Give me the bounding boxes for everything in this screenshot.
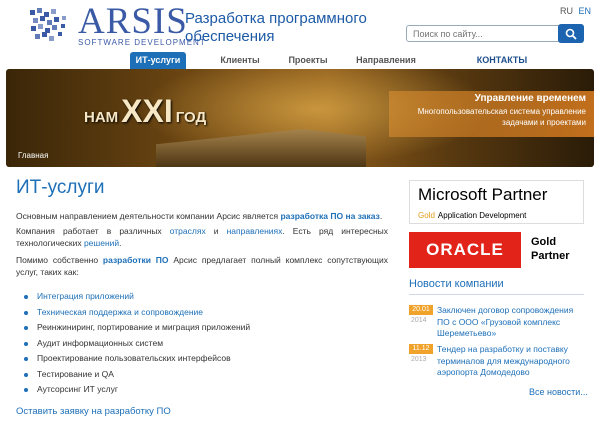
search-button[interactable]	[558, 24, 584, 43]
service-item: Проектирование пользовательских интерфей…	[24, 351, 384, 367]
service-item: Аудит информационных систем	[24, 336, 384, 352]
news-date: 20.01	[409, 305, 433, 315]
news-date: 11.12	[409, 344, 433, 354]
site-tagline: Разработка программного обеспечения	[185, 10, 367, 45]
page-title: ИТ-услуги	[16, 177, 105, 198]
news-item: 20.01 2014 Заключен договор сопровождени…	[409, 305, 584, 345]
services-intro-paragraph: Помимо собственно разработки ПО Арсис пр…	[16, 255, 389, 277]
search-box	[406, 24, 584, 43]
service-item-integration[interactable]: Интеграция приложений	[24, 289, 384, 305]
service-item-support[interactable]: Техническая поддержка и сопровождение	[24, 305, 384, 321]
nav-directions[interactable]: Направления	[346, 52, 426, 69]
search-icon	[565, 28, 577, 40]
promo-title: Управление временем	[474, 93, 586, 104]
microsoft-partner-badge[interactable]: Microsoft Partner Gold Application Develo…	[409, 180, 584, 224]
news-section-title[interactable]: Новости компании	[409, 278, 584, 295]
oracle-partner-badge[interactable]: ORACLE Gold Partner	[409, 232, 584, 272]
main-nav: ИТ-услуги Клиенты Проекты Направления КО…	[0, 52, 600, 69]
breadcrumb[interactable]: Главная	[18, 151, 48, 160]
nav-it-services[interactable]: ИТ-услуги	[130, 52, 186, 69]
all-news-link[interactable]: Все новости...	[529, 387, 588, 397]
industries-paragraph: Компания работает в различных отраслях и…	[16, 226, 388, 248]
oracle-logo: ORACLE	[409, 232, 521, 268]
banner-promo[interactable]: Управление временем Многопользовательска…	[389, 91, 594, 137]
news-year: 2014	[411, 317, 427, 324]
logo-icon[interactable]	[28, 6, 74, 46]
software-dev-link[interactable]: разработки ПО	[103, 255, 169, 265]
news-link[interactable]: Тендер на разработку и поставку терминал…	[437, 344, 585, 379]
service-item: Реинжиниринг, портирование и миграция пр…	[24, 320, 384, 336]
lang-ru[interactable]: RU	[560, 6, 573, 16]
nav-contacts[interactable]: КОНТАКТЫ	[472, 52, 532, 69]
language-switch: RU EN	[557, 6, 591, 16]
intro-paragraph: Основным направлением деятельности компа…	[16, 211, 383, 221]
service-item: Аутсорсинг ИТ услуг	[24, 382, 384, 398]
news-link[interactable]: Заключен договор сопровождения ПО с ООО …	[437, 305, 585, 340]
search-input[interactable]	[413, 27, 553, 40]
lang-en[interactable]: EN	[579, 6, 592, 16]
hero-banner[interactable]: НАМXXI ГОД Управление временем Многопольз…	[6, 69, 594, 167]
industries-link[interactable]: отраслях	[170, 226, 206, 236]
order-request-link[interactable]: Оставить заявку на разработку ПО	[16, 406, 171, 417]
solutions-link[interactable]: решений	[84, 238, 119, 248]
custom-dev-link[interactable]: разработка ПО на заказ	[280, 211, 379, 221]
promo-description: Многопользовательская система управление…	[417, 107, 586, 127]
logo-wordmark[interactable]: ARSIS	[78, 2, 188, 42]
service-item: Тестирование и QA	[24, 367, 384, 383]
news-year: 2013	[411, 356, 427, 363]
nav-projects[interactable]: Проекты	[280, 52, 336, 69]
banner-headline: НАМXXI ГОД	[84, 93, 207, 129]
services-list: Интеграция приложений Техническая поддер…	[24, 289, 384, 398]
directions-link[interactable]: направлениях	[227, 226, 283, 236]
nav-clients[interactable]: Клиенты	[210, 52, 270, 69]
news-item: 11.12 2013 Тендер на разработку и постав…	[409, 344, 584, 384]
